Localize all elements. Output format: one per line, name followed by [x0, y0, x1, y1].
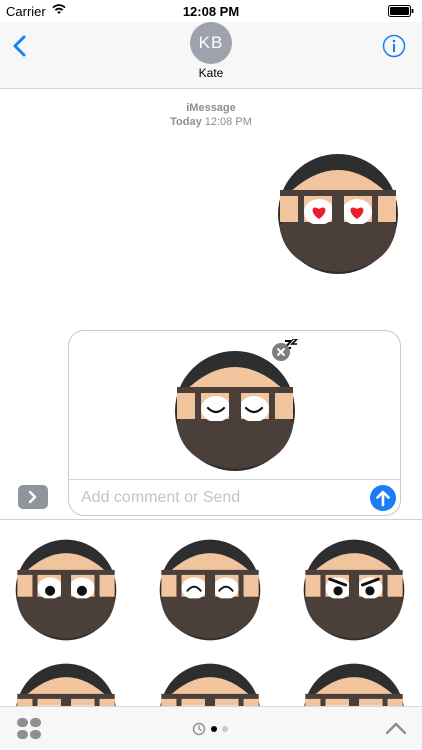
- sticker-happy-eyes[interactable]: [158, 538, 262, 642]
- timestamp-day: Today: [170, 116, 202, 128]
- page-dot-active: [211, 726, 217, 732]
- sticker-partial-eyes[interactable]: [302, 662, 406, 706]
- contact-name[interactable]: Kate: [0, 66, 422, 80]
- drawer-toolbar: [0, 706, 422, 750]
- page-indicator[interactable]: [192, 722, 232, 736]
- close-icon: [277, 348, 285, 356]
- info-button[interactable]: [382, 34, 406, 58]
- status-bar: Carrier 12:08 PM: [0, 0, 422, 22]
- sticker-angry-eyes[interactable]: [302, 538, 406, 642]
- arrow-up-icon: [376, 490, 390, 507]
- imessage-screen: Carrier 12:08 PM KB Kate iMessage Today …: [0, 0, 422, 750]
- expand-apps-button[interactable]: [18, 485, 48, 509]
- clock-time: 12:08 PM: [182, 4, 240, 19]
- back-button[interactable]: [10, 34, 30, 58]
- compose-box: [68, 330, 401, 516]
- info-icon: [382, 34, 406, 58]
- chevron-left-icon: [13, 35, 26, 57]
- chevron-right-icon: [28, 490, 37, 504]
- chevron-up-icon: [385, 722, 407, 735]
- collapse-drawer-button[interactable]: [384, 719, 408, 737]
- sticker-partial-eyes[interactable]: [158, 662, 262, 706]
- app-drawer-button[interactable]: [16, 717, 42, 741]
- remove-sticker-button[interactable]: [272, 343, 290, 361]
- sticker-drawer: [0, 520, 422, 706]
- service-label: iMessage: [186, 102, 236, 114]
- contact-avatar[interactable]: KB: [190, 22, 232, 64]
- sticker-partial-eyes[interactable]: [14, 662, 118, 706]
- clock-icon: [192, 722, 206, 736]
- app-grid-icon: [17, 718, 41, 739]
- sticker-wide-open-eyes[interactable]: [14, 538, 118, 642]
- sent-sticker-heart-eyes[interactable]: [276, 152, 400, 276]
- page-dot: [222, 726, 228, 732]
- timestamp-time: 12:08 PM: [204, 116, 252, 128]
- compose-divider: [69, 479, 400, 480]
- battery-icon: [388, 5, 414, 17]
- conversation-header: KB Kate: [0, 22, 422, 89]
- message-timestamp: Today 12:08 PM: [0, 116, 422, 128]
- staged-sticker-sleeping: [175, 351, 295, 471]
- send-button[interactable]: [370, 485, 396, 511]
- comment-input[interactable]: [81, 486, 361, 510]
